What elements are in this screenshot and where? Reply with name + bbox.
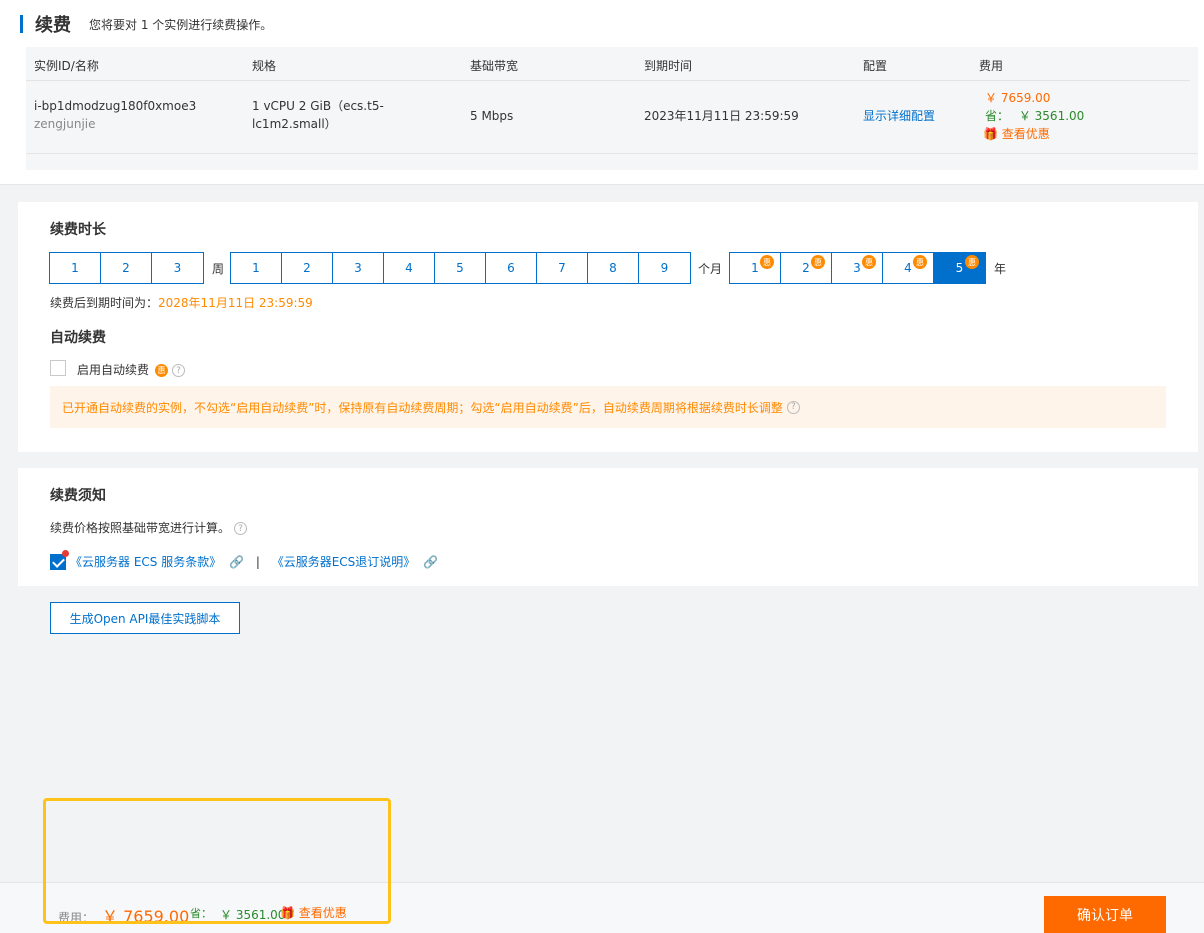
fee-highlight-box [43, 798, 391, 924]
gift-icon: 🎁 [983, 127, 998, 141]
year-option-2[interactable]: 2惠 [781, 253, 832, 283]
year-option-1-label: 1 [751, 261, 759, 275]
month-option-2[interactable]: 2 [282, 253, 333, 283]
bandwidth-value: 5 Mbps [470, 109, 514, 123]
month-option-7[interactable]: 7 [537, 253, 588, 283]
terms-title: 续费须知 [50, 488, 106, 504]
month-option-5[interactable]: 5 [435, 253, 486, 283]
auto-renew-label-row: 启用自动续费惠? [77, 361, 186, 378]
page-subtitle: 您将要对 1 个实例进行续费操作。 [89, 17, 273, 32]
discount-badge-icon: 惠 [760, 255, 774, 269]
terms-note: 续费价格按照基础带宽进行计算。 [50, 521, 231, 535]
instance-id: i-bp1dmodzug180f0xmoe3 [34, 99, 197, 113]
year-option-3[interactable]: 3惠 [832, 253, 883, 283]
month-selector: 1 2 3 4 5 6 7 8 9 [230, 252, 691, 284]
year-option-2-label: 2 [802, 261, 810, 275]
week-option-2[interactable]: 2 [101, 253, 152, 283]
expire-value: 2023年11月11日 23:59:59 [644, 109, 799, 123]
ecs-terms-link[interactable]: 《云服务器 ECS 服务条款》 [70, 555, 221, 569]
year-option-4-label: 4 [904, 261, 912, 275]
week-option-3[interactable]: 3 [152, 253, 203, 283]
external-link-icon: 🔗 [229, 555, 244, 569]
ecs-refund-link[interactable]: 《云服务器ECS退订说明》 [272, 555, 416, 569]
discount-badge-icon: 惠 [811, 255, 825, 269]
renew-expire-text: 续费后到期时间为：2028年11月11日 23:59:59 [50, 294, 313, 311]
discount-badge-icon: 惠 [913, 255, 927, 269]
discount-badge-icon: 惠 [965, 255, 979, 269]
save-row: 省： ￥ 3561.00 [985, 107, 1084, 125]
month-unit: 个月 [698, 262, 723, 276]
instance-summary-card: 续费 您将要对 1 个实例进行续费操作。 实例ID/名称 规格 基础带宽 到期时… [0, 0, 1204, 185]
col-expire: 到期时间 [644, 59, 693, 73]
year-option-4[interactable]: 4惠 [883, 253, 934, 283]
col-config: 配置 [863, 59, 888, 73]
duration-title: 续费时长 [50, 222, 106, 238]
title-accent-bar [20, 15, 23, 33]
help-icon[interactable]: ? [234, 522, 248, 535]
expire-label: 续费后到期时间为： [50, 296, 159, 310]
year-selector: 1惠 2惠 3惠 4惠 5惠 [729, 252, 986, 284]
month-option-8[interactable]: 8 [588, 253, 639, 283]
table-header: 实例ID/名称 规格 基础带宽 到期时间 配置 费用 [26, 47, 1190, 81]
terms-note-row: 续费价格按照基础带宽进行计算。? [50, 519, 248, 536]
save-label: 省： [985, 109, 1010, 123]
agreement-links: 《云服务器 ECS 服务条款》 🔗 | 《云服务器ECS退订说明》 🔗 [70, 553, 438, 570]
month-option-3[interactable]: 3 [333, 253, 384, 283]
month-option-6[interactable]: 6 [486, 253, 537, 283]
col-instance: 实例ID/名称 [34, 59, 99, 73]
discount-badge-icon: 惠 [862, 255, 876, 269]
month-option-9[interactable]: 9 [639, 253, 690, 283]
col-fee: 费用 [979, 59, 1004, 73]
year-unit: 年 [994, 262, 1007, 276]
save-amount: ￥ 3561.00 [1018, 109, 1085, 123]
week-unit: 周 [212, 262, 225, 276]
required-dot-icon [62, 550, 69, 557]
instance-table: 实例ID/名称 规格 基础带宽 到期时间 配置 费用 i-bp1dmodzug1… [26, 47, 1198, 170]
col-bandwidth: 基础带宽 [470, 59, 519, 73]
help-icon[interactable]: ? [172, 364, 186, 377]
col-spec: 规格 [252, 59, 277, 73]
auto-renew-title: 自动续费 [50, 330, 106, 346]
spec-line2: lc1m2.small） [252, 117, 337, 131]
generate-openapi-button[interactable]: 生成Open API最佳实践脚本 [50, 602, 240, 634]
external-link-icon: 🔗 [423, 555, 439, 569]
page-title: 续费 [35, 15, 71, 36]
renew-terms-card: 续费须知 续费价格按照基础带宽进行计算。? 《云服务器 ECS 服务条款》 🔗 … [18, 468, 1198, 586]
year-option-3-label: 3 [853, 261, 861, 275]
year-option-1[interactable]: 1惠 [730, 253, 781, 283]
year-option-5[interactable]: 5惠 [934, 253, 985, 283]
renew-expire-value: 2028年11月11日 23:59:59 [158, 296, 313, 310]
notice-text: 已开通自动续费的实例，不勾选“启用自动续费”时，保持原有自动续费周期；勾选“启用… [62, 400, 783, 415]
auto-renew-checkbox[interactable] [50, 360, 66, 376]
spec-line1: 1 vCPU 2 GiB（ecs.t5- [252, 99, 384, 113]
show-config-link[interactable]: 显示详细配置 [863, 107, 935, 125]
title-row: 续费 您将要对 1 个实例进行续费操作。 [20, 12, 272, 36]
month-option-4[interactable]: 4 [384, 253, 435, 283]
week-selector: 1 2 3 [49, 252, 204, 284]
offer-link[interactable]: 查看优惠 [1002, 127, 1050, 141]
table-row: i-bp1dmodzug180f0xmoe3 zengjunjie 1 vCPU… [26, 82, 1198, 154]
auto-renew-label: 启用自动续费 [77, 363, 150, 377]
renew-duration-card: 续费时长 1 2 3 周 1 2 3 4 5 6 7 8 9 个月 1惠 2惠 … [18, 202, 1198, 452]
confirm-order-button[interactable]: 确认订单 [1044, 896, 1166, 933]
offer-row[interactable]: 🎁 查看优惠 [983, 125, 1050, 143]
week-option-1[interactable]: 1 [50, 253, 101, 283]
instance-name: zengjunjie [34, 117, 96, 131]
price-value: ￥ 7659.00 [985, 91, 1051, 105]
year-option-5-label: 5 [955, 261, 964, 275]
auto-renew-notice: 已开通自动续费的实例，不勾选“启用自动续费”时，保持原有自动续费周期；勾选“启用… [50, 386, 1166, 428]
help-icon[interactable]: ? [786, 400, 800, 414]
link-separator: | [255, 555, 260, 569]
month-option-1[interactable]: 1 [231, 253, 282, 283]
discount-badge-icon: 惠 [155, 364, 169, 377]
